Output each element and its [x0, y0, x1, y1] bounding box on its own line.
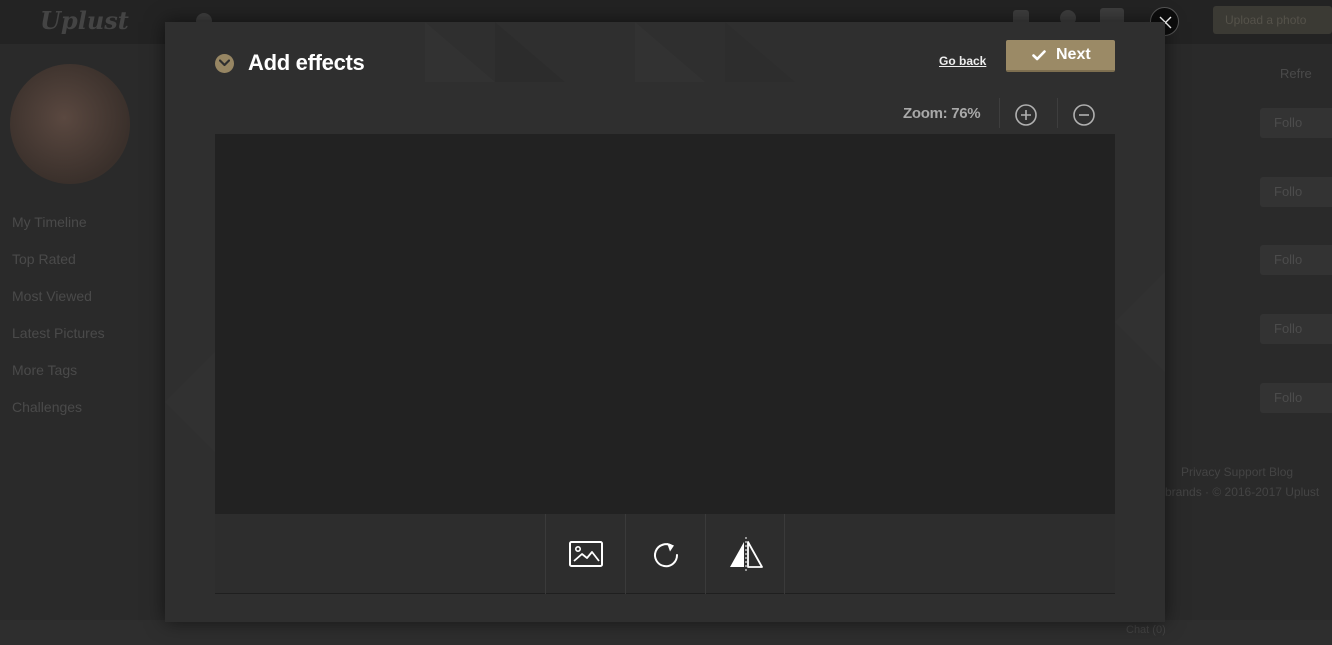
footer-links-line: Privacy Support Blog [1181, 465, 1294, 479]
image-filter-tool[interactable] [545, 514, 625, 594]
add-effects-modal: Add effects Go back Next Zoom: 76% [165, 22, 1165, 622]
sidebar-item: My Timeline [12, 214, 87, 230]
zoom-out-icon [1073, 104, 1095, 126]
divider [999, 98, 1000, 128]
chevron-down-icon [219, 59, 230, 67]
site-logo: Uplust [40, 6, 129, 35]
zoom-in-icon [1015, 104, 1037, 126]
next-button-label: Next [1056, 46, 1091, 63]
sidebar-item: Latest Pictures [12, 325, 105, 341]
flip-icon [730, 537, 763, 571]
sidebar-nav: My Timeline Top Rated Most Viewed Latest… [12, 212, 105, 434]
footer-copyright: brands · © 2016-2017 Uplust [1165, 485, 1320, 499]
follow-button: Follo [1260, 245, 1332, 275]
image-icon [569, 541, 603, 567]
refresh-link: Refre [1280, 66, 1312, 81]
flip-tool[interactable] [705, 514, 785, 594]
chat-link: Chat (0) [1126, 624, 1166, 636]
follow-button: Follo [1260, 108, 1332, 138]
zoom-level: Zoom: 76% [903, 105, 981, 122]
go-back-link[interactable]: Go back [939, 54, 986, 68]
footer-links: Privacy Support Blog brands · © 2016-201… [1165, 462, 1319, 502]
follow-button: Follo [1260, 314, 1332, 344]
collapse-toggle[interactable] [215, 54, 234, 73]
rotate-icon [654, 543, 679, 568]
follow-button: Follo [1260, 383, 1332, 413]
sidebar-item: Most Viewed [12, 288, 92, 304]
sidebar-item: Challenges [12, 399, 83, 415]
divider [1057, 98, 1058, 128]
rotate-tool[interactable] [625, 514, 705, 594]
effects-toolbar [215, 514, 1115, 594]
sidebar-item: More Tags [12, 362, 78, 378]
follow-button: Follo [1260, 177, 1332, 207]
upload-photo-button: Upload a photo [1213, 6, 1332, 34]
sidebar-item: Top Rated [12, 251, 76, 267]
next-button[interactable]: Next [1006, 40, 1115, 72]
modal-title: Add effects [248, 50, 365, 75]
image-canvas[interactable] [215, 134, 1115, 514]
check-icon [1032, 50, 1046, 61]
profile-avatar [10, 64, 130, 184]
zoom-out-button[interactable] [1072, 103, 1096, 127]
zoom-in-button[interactable] [1014, 103, 1038, 127]
